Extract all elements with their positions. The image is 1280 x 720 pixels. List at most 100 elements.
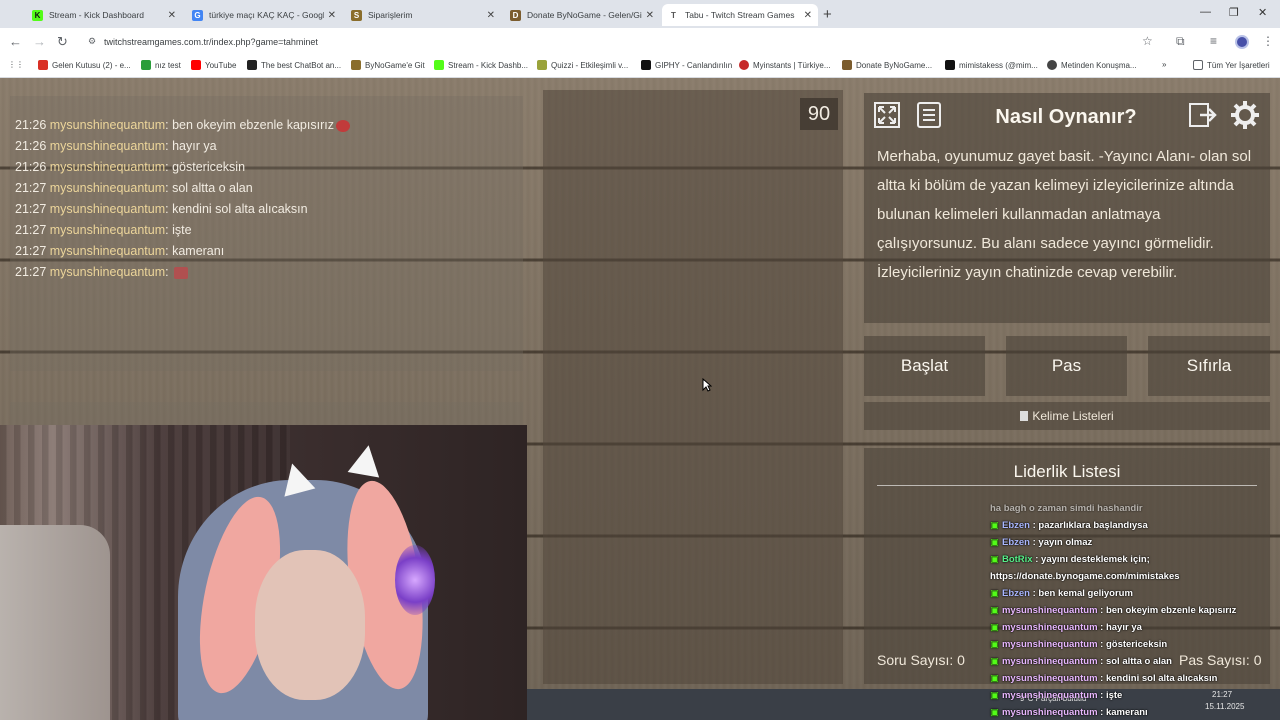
bookmark-item[interactable]: Quizzi - Etkileşimli v... bbox=[537, 60, 628, 70]
chat-text: göstericeksin bbox=[172, 160, 246, 174]
question-count: Soru Sayısı: 0 bbox=[877, 652, 965, 668]
overlay-message: https://donate.bynogame.com/mimistakes bbox=[990, 571, 1180, 582]
kick-icon bbox=[434, 60, 444, 70]
address-bar: ← → ↻ ⚙ twitchstreamgames.com.tr/index.p… bbox=[0, 28, 1280, 56]
new-tab-icon[interactable]: + bbox=[823, 6, 832, 23]
close-icon[interactable]: ✕ bbox=[487, 10, 495, 21]
bookmark-label: The best ChatBot an... bbox=[261, 60, 342, 70]
bookmark-icon bbox=[141, 60, 151, 70]
chat-text: kendini sol alta alıcaksın bbox=[172, 202, 308, 216]
overlay-message: ▣ mysunshinequantum : işte bbox=[990, 690, 1122, 701]
tab-tabu-active[interactable]: T Tabu - Twitch Stream Games ✕ bbox=[662, 4, 818, 26]
chat-username: mysunshinequantum bbox=[49, 139, 166, 153]
start-button[interactable]: Başlat bbox=[864, 336, 985, 396]
streamer-area-header bbox=[10, 402, 523, 426]
chat-time: 21:26 bbox=[15, 139, 47, 153]
forward-icon[interactable]: → bbox=[33, 34, 46, 49]
pass-button[interactable]: Pas bbox=[1006, 336, 1127, 396]
chat-username: mysunshinequantum bbox=[49, 181, 166, 195]
how-to-play-text: Merhaba, oyunumuz gayet basit. -Yayıncı … bbox=[877, 148, 1252, 281]
bookmark-item[interactable]: mimistakess (@mim... bbox=[945, 60, 1038, 70]
url-text: twitchstreamgames.com.tr/index.php?game=… bbox=[104, 37, 318, 47]
bookmark-item[interactable]: Stream - Kick Dashb... bbox=[434, 60, 528, 70]
bookmark-item[interactable]: GIPHY - Canlandırılın bbox=[641, 60, 732, 70]
fullscreen-icon[interactable] bbox=[870, 98, 904, 132]
bookmark-star-icon[interactable]: ☆ bbox=[1142, 34, 1153, 48]
bookmark-label: Quizzi - Etkileşimli v... bbox=[551, 60, 629, 70]
all-bookmarks[interactable]: Tüm Yer İşaretleri bbox=[1193, 60, 1270, 70]
tab-google-search[interactable]: G türkiye maçı KAÇ KAÇ - Google'da Ara ✕ bbox=[186, 4, 342, 26]
close-icon[interactable]: ✕ bbox=[646, 10, 654, 21]
bynogame-icon: S bbox=[351, 9, 362, 21]
bookmark-label: ByNoGame'e Git bbox=[365, 60, 425, 70]
kick-badge-icon: ▣ bbox=[990, 588, 999, 599]
cat-ear-right bbox=[347, 442, 385, 478]
back-icon[interactable]: ← bbox=[9, 34, 22, 49]
kick-badge-icon: ▣ bbox=[990, 537, 999, 548]
chat-message: 21:27 mysunshinequantum: sol altta o ala… bbox=[15, 181, 253, 195]
site-info-icon[interactable]: ⚙ bbox=[88, 36, 96, 47]
headphone-light bbox=[395, 545, 435, 615]
kick-badge-icon: ▣ bbox=[990, 707, 999, 718]
timer: 90 bbox=[800, 98, 838, 130]
book-icon bbox=[1020, 411, 1029, 421]
close-icon[interactable]: ✕ bbox=[328, 10, 336, 21]
reload-icon[interactable]: ↻ bbox=[57, 34, 68, 50]
reset-button[interactable]: Sıfırla bbox=[1148, 336, 1270, 396]
overlay-text: : kameranı bbox=[1100, 707, 1148, 718]
overlay-username: Ebzen bbox=[1001, 537, 1030, 548]
kick-badge-icon: ▣ bbox=[990, 520, 999, 531]
close-icon[interactable]: ✕ bbox=[804, 10, 812, 21]
chat-username: mysunshinequantum bbox=[49, 118, 166, 132]
chat-message: 21:27 mysunshinequantum: bbox=[15, 265, 189, 279]
tab-kick-dashboard[interactable]: K Stream - Kick Dashboard ✕ bbox=[26, 4, 182, 26]
tab-donate-bynogame[interactable]: D Donate ByNoGame - Gelen/Giden... ✕ bbox=[504, 4, 660, 26]
leaderboard-divider bbox=[877, 485, 1257, 486]
bookmark-item[interactable]: nız test bbox=[141, 60, 181, 70]
bookmark-item[interactable]: Myinstants | Türkiye... bbox=[739, 60, 831, 70]
chat-time: 21:27 bbox=[15, 244, 47, 258]
chat-username: mysunshinequantum bbox=[49, 202, 166, 216]
kick-badge-icon: ▣ bbox=[990, 622, 999, 633]
bookmark-item[interactable]: The best ChatBot an... bbox=[247, 60, 341, 70]
overlay-text: : hayır ya bbox=[1100, 622, 1142, 633]
bookmark-item[interactable]: Metinden Konuşma... bbox=[1047, 60, 1137, 70]
maximize-icon[interactable]: ❐ bbox=[1229, 6, 1239, 19]
bookmark-item[interactable]: YouTube bbox=[191, 60, 236, 70]
overlay-username: mysunshinequantum bbox=[1001, 690, 1098, 701]
overlay-text: : işte bbox=[1100, 690, 1123, 701]
bookmark-item[interactable]: Donate ByNoGame... bbox=[842, 60, 932, 70]
overlay-message: ▣ mysunshinequantum : göstericeksin bbox=[990, 639, 1167, 650]
apps-icon[interactable]: ⋮⋮ bbox=[8, 60, 24, 69]
kick-badge-icon: ▣ bbox=[990, 656, 999, 667]
chat-text: hayır ya bbox=[172, 139, 217, 153]
bookmarks-bar: ⋮⋮ Gelen Kutusu (2) - e... nız test YouT… bbox=[0, 56, 1280, 78]
tab-siparislerim[interactable]: S Siparişlerim ✕ bbox=[345, 4, 501, 26]
bookmark-item[interactable]: Gelen Kutusu (2) - e... bbox=[38, 60, 131, 70]
overlay-message: ▣ mysunshinequantum : sol altta o alan bbox=[990, 656, 1172, 667]
window-close-icon[interactable]: ✕ bbox=[1258, 6, 1267, 19]
media-icon[interactable]: ≡ bbox=[1210, 34, 1217, 48]
tab-title: Siparişlerim bbox=[368, 10, 413, 20]
minimize-icon[interactable]: — bbox=[1200, 6, 1211, 18]
chatbot-icon bbox=[247, 60, 257, 70]
chat-time: 21:27 bbox=[15, 202, 47, 216]
overlay-username: mysunshinequantum bbox=[1001, 707, 1098, 718]
overlay-text: : yayın olmaz bbox=[1032, 537, 1093, 548]
more-bookmarks-icon[interactable]: » bbox=[1162, 60, 1166, 69]
kick-badge-icon: ▣ bbox=[990, 554, 999, 565]
exit-icon[interactable] bbox=[1186, 98, 1220, 132]
close-icon[interactable]: ✕ bbox=[168, 10, 176, 21]
settings-gear-icon[interactable] bbox=[1228, 98, 1262, 132]
chat-message: 21:27 mysunshinequantum: işte bbox=[15, 223, 192, 237]
document-icon[interactable] bbox=[912, 98, 946, 132]
bookmark-item[interactable]: ByNoGame'e Git bbox=[351, 60, 425, 70]
clock-date: 15.11.2025 bbox=[1205, 702, 1245, 711]
url-field[interactable]: ⚙ twitchstreamgames.com.tr/index.php?gam… bbox=[80, 32, 1170, 52]
menu-icon[interactable]: ⋮ bbox=[1262, 34, 1274, 48]
chat-username: mysunshinequantum bbox=[49, 160, 166, 174]
extensions-icon[interactable]: ⧉ bbox=[1176, 34, 1185, 49]
profile-avatar[interactable] bbox=[1235, 35, 1249, 49]
bookmark-label: GIPHY - Canlandırılın bbox=[655, 60, 733, 70]
word-lists-button[interactable]: Kelime Listeleri bbox=[864, 402, 1270, 430]
